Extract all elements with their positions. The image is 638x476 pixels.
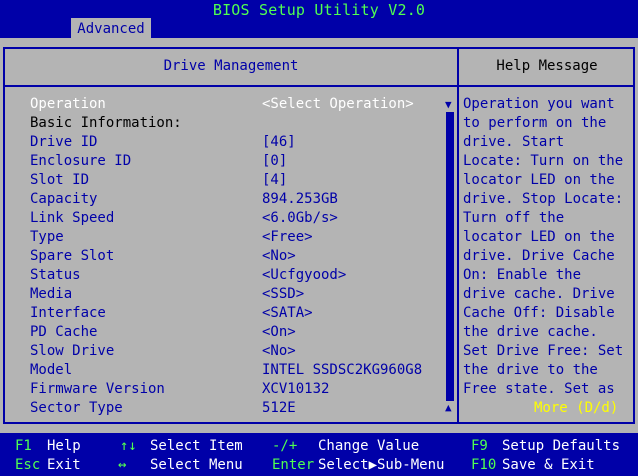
setting-slot-id-value: [4] xyxy=(262,172,288,188)
setting-pd-cache-label[interactable]: PD Cache xyxy=(30,323,97,342)
setting-firmware-version-label: Firmware Version xyxy=(30,381,165,397)
help-line: Locate: Turn on the xyxy=(463,153,624,169)
help-line: drive. Start xyxy=(463,134,565,150)
key-left-right-arrows: ↔ xyxy=(118,457,127,473)
setting-status-label[interactable]: Status xyxy=(30,266,81,285)
setting-media-value[interactable]: <SSD> xyxy=(262,285,304,304)
help-line: Operation you want xyxy=(463,96,615,112)
setting-drive-id-value: [46] xyxy=(262,134,296,150)
setting-slow-drive-value[interactable]: <No> xyxy=(262,342,296,361)
setting-interface-label[interactable]: Interface xyxy=(30,304,106,323)
help-line: locator LED on the xyxy=(463,229,615,245)
key-esc-desc: Exit xyxy=(47,457,81,473)
key-minus-plus-desc: Change Value xyxy=(318,438,420,454)
help-line: Set Drive Free: Set xyxy=(463,343,624,359)
help-line: Cache Off: Disable xyxy=(463,305,615,321)
scroll-up-arrow-icon[interactable]: ▲ xyxy=(445,401,452,414)
key-f9-desc: Setup Defaults xyxy=(502,438,621,454)
setting-link-speed-label[interactable]: Link Speed xyxy=(30,209,114,228)
setting-firmware-version-value: XCV10132 xyxy=(262,381,330,397)
help-more-indicator: More (D/d) xyxy=(534,400,619,416)
help-line: Free state. Set as xyxy=(463,381,615,397)
setting-slot-id-label: Slot ID xyxy=(30,172,90,188)
setting-operation-label[interactable]: Operation xyxy=(30,95,106,114)
panel-divider-horizontal xyxy=(3,85,635,87)
help-line: Turn off the xyxy=(463,210,565,226)
setting-operation-value[interactable]: <Select Operation> xyxy=(262,95,414,114)
help-line: to perform on the xyxy=(463,115,607,131)
key-enter: Enter xyxy=(272,457,315,473)
panel-title: Drive Management xyxy=(163,58,299,74)
key-f9: F9 xyxy=(471,438,488,454)
key-minus-plus: -/+ xyxy=(272,438,298,454)
setting-spare-slot-value[interactable]: <No> xyxy=(262,247,296,266)
help-line: the drive to the xyxy=(463,362,598,378)
setting-enclosure-id-label: Enclosure ID xyxy=(30,153,132,169)
key-up-down-desc: Select Item xyxy=(150,438,243,454)
key-f10-desc: Save & Exit xyxy=(502,457,595,473)
key-left-right-desc: Select Menu xyxy=(150,457,243,473)
help-line: drive. Drive Cache xyxy=(463,248,615,264)
key-f1: F1 xyxy=(15,438,32,454)
help-line: drive cache. Drive xyxy=(463,286,615,302)
key-f10: F10 xyxy=(471,457,497,473)
panel-divider-vertical xyxy=(457,47,459,424)
scroll-down-arrow-icon[interactable]: ▼ xyxy=(445,98,452,111)
help-message: Operation you want to perform on the drive… xyxy=(463,95,635,399)
key-f1-desc: Help xyxy=(47,438,81,454)
key-up-down-arrows: ↑↓ xyxy=(120,438,137,454)
setting-link-speed-value[interactable]: <6.0Gb/s> xyxy=(262,209,338,228)
setting-capacity-value: 894.253GB xyxy=(262,191,338,207)
setting-sector-type-value: 512E xyxy=(262,400,296,416)
help-line: drive. Stop Locate: xyxy=(463,191,624,207)
setting-interface-value[interactable]: <SATA> xyxy=(262,304,313,323)
help-panel-title: Help Message xyxy=(496,58,598,74)
setting-pd-cache-value[interactable]: <On> xyxy=(262,323,296,342)
setting-drive-id-label: Drive ID xyxy=(30,134,98,150)
setting-type-value[interactable]: <Free> xyxy=(262,228,313,247)
section-basic-information: Basic Information: xyxy=(30,115,182,131)
tab-advanced[interactable]: Advanced xyxy=(71,18,151,40)
setting-spare-slot-label[interactable]: Spare Slot xyxy=(30,247,114,266)
key-enter-desc: Select▶Sub-Menu xyxy=(318,457,445,473)
setting-sector-type-label: Sector Type xyxy=(30,400,123,416)
setting-media-label[interactable]: Media xyxy=(30,285,72,304)
scrollbar[interactable] xyxy=(446,112,454,401)
setting-status-value[interactable]: <Ucfgyood> xyxy=(262,266,346,285)
setting-enclosure-id-value: [0] xyxy=(262,153,288,169)
setting-type-label[interactable]: Type xyxy=(30,228,64,247)
setting-model-value: INTEL SSDSC2KG960G8 xyxy=(262,362,423,378)
setting-capacity-label: Capacity xyxy=(30,191,98,207)
setting-slow-drive-label[interactable]: Slow Drive xyxy=(30,342,114,361)
help-line: the drive cache. xyxy=(463,324,598,340)
help-line: locator LED on the xyxy=(463,172,615,188)
key-esc: Esc xyxy=(15,457,41,473)
app-title: BIOS Setup Utility V2.0 xyxy=(212,1,426,19)
help-line: On: Enable the xyxy=(463,267,582,283)
setting-model-label: Model xyxy=(30,362,73,378)
